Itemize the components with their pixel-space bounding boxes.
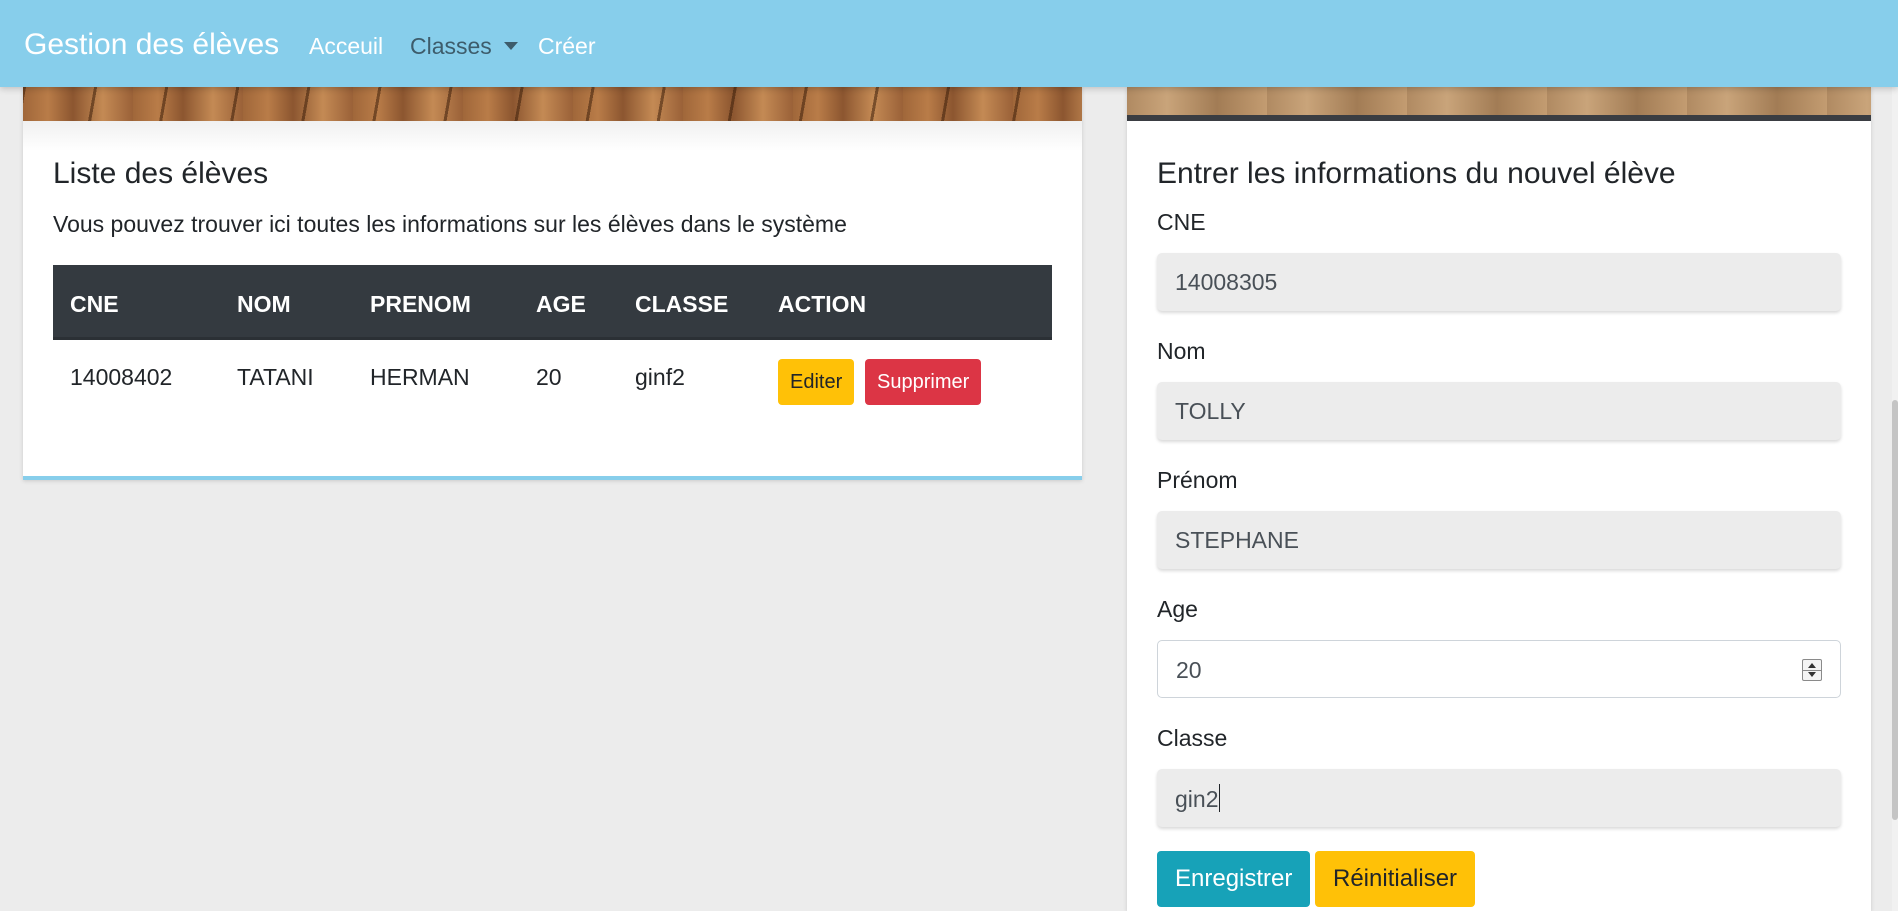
- prenom-field[interactable]: [1157, 511, 1841, 569]
- nav-dropdown-classes-label: Classes: [410, 33, 492, 59]
- header-shadow: [23, 121, 1082, 151]
- column-header-prenom: PRENOM: [370, 291, 471, 317]
- list-title: Liste des élèves: [53, 157, 269, 190]
- cell-cne: 14008402: [70, 364, 173, 390]
- cne-label: CNE: [1157, 209, 1206, 235]
- classe-value: gin2: [1175, 784, 1221, 813]
- column-header-nom: NOM: [237, 291, 291, 317]
- table-row: 14008402 TATANI HERMAN 20 ginf2 Editer S…: [53, 340, 1052, 420]
- card-header-image: [23, 87, 1082, 121]
- age-value: 20: [1176, 657, 1202, 683]
- chevron-down-icon: [503, 42, 518, 50]
- stepper-up-icon: [1808, 663, 1816, 668]
- reset-button[interactable]: Réinitialiser: [1315, 851, 1476, 907]
- save-button[interactable]: Enregistrer: [1157, 851, 1311, 907]
- cell-prenom: HERMAN: [370, 364, 470, 390]
- column-header-action: ACTION: [778, 291, 867, 317]
- column-header-age: AGE: [536, 291, 586, 317]
- stepper-down-icon: [1808, 672, 1816, 677]
- scrollbar-thumb[interactable]: [1892, 400, 1898, 820]
- age-label: Age: [1157, 596, 1198, 622]
- nom-field[interactable]: [1157, 382, 1841, 440]
- students-table: CNE NOM PRENOM AGE CLASSE ACTION 1400840…: [53, 265, 1052, 420]
- brand-link[interactable]: Gestion des élèves: [24, 28, 279, 62]
- form-title: Entrer les informations du nouvel élève: [1157, 157, 1676, 190]
- text-cursor: [1219, 784, 1221, 812]
- classe-value-text: gin2: [1175, 786, 1219, 812]
- cell-nom: TATANI: [237, 364, 314, 390]
- delete-button[interactable]: Supprimer: [865, 359, 982, 405]
- card-header-image: [1127, 87, 1871, 121]
- prenom-label: Prénom: [1157, 467, 1238, 493]
- classe-field[interactable]: gin2: [1157, 769, 1841, 827]
- nav-dropdown-classes[interactable]: Classes: [410, 33, 518, 60]
- column-header-cne: CNE: [70, 291, 119, 317]
- list-description: Vous pouvez trouver ici toutes les infor…: [53, 211, 847, 237]
- column-header-classe: CLASSE: [635, 291, 729, 317]
- nom-label: Nom: [1157, 338, 1206, 364]
- classe-label: Classe: [1157, 725, 1228, 751]
- nav-link-home[interactable]: Acceuil: [309, 33, 383, 60]
- cell-classe: ginf2: [635, 364, 685, 390]
- cne-field[interactable]: [1157, 253, 1841, 311]
- number-stepper-icon[interactable]: [1802, 659, 1822, 681]
- age-field[interactable]: 20: [1157, 640, 1841, 698]
- cell-age: 20: [536, 364, 562, 390]
- navbar: Gestion des élèves Acceuil Classes Créer: [0, 0, 1898, 87]
- new-student-form-card: Entrer les informations du nouvel élève …: [1127, 87, 1871, 911]
- edit-button[interactable]: Editer: [778, 359, 855, 405]
- table-header: CNE NOM PRENOM AGE CLASSE ACTION: [53, 265, 1052, 340]
- nav-link-create[interactable]: Créer: [538, 33, 596, 60]
- stepper-divider: [1803, 670, 1821, 671]
